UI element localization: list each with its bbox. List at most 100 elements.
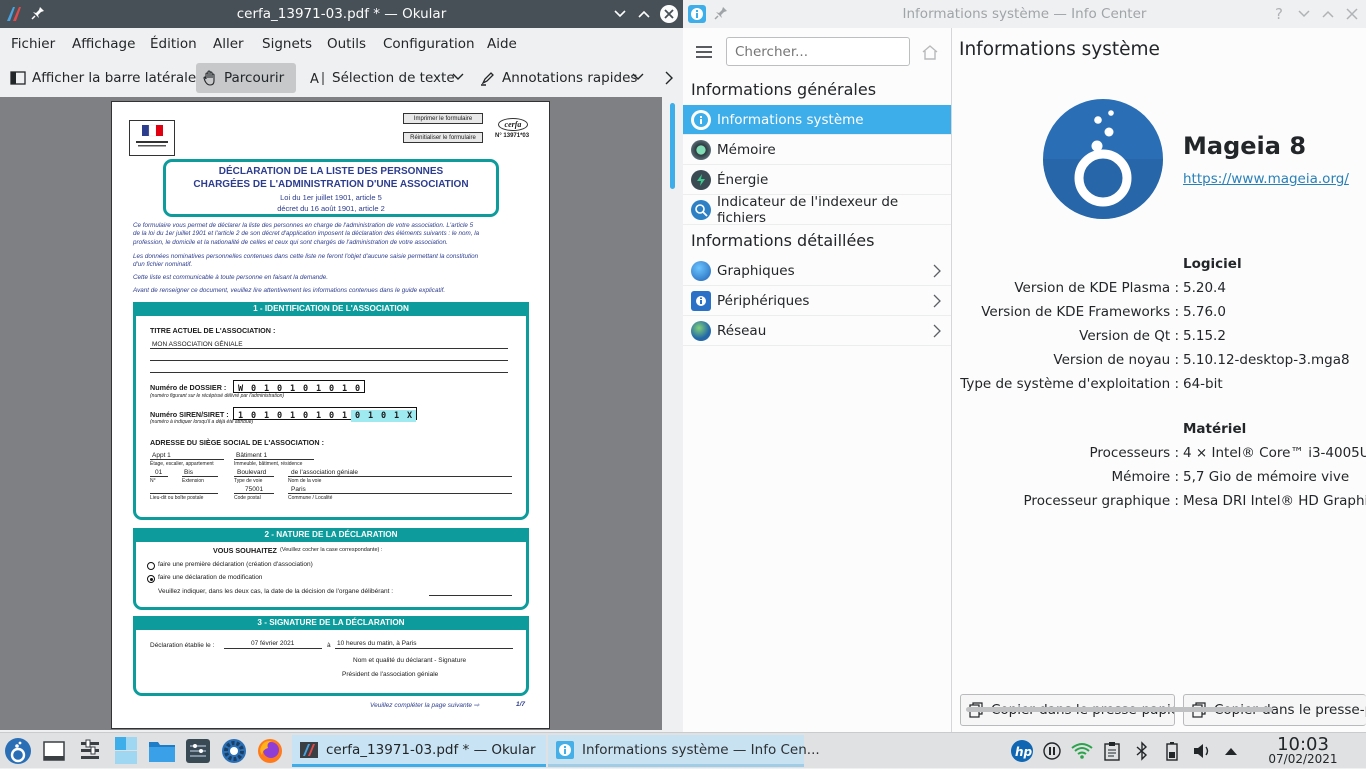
menu-edition[interactable]: Édition xyxy=(150,36,197,52)
group-detail-heading: Informations détaillées xyxy=(691,231,875,250)
a-label: à xyxy=(327,642,331,649)
etablie-label: Déclaration établie le : xyxy=(150,642,215,649)
system-monitor-icon[interactable] xyxy=(182,733,214,769)
siren-digit: 1 xyxy=(364,410,377,422)
search-input[interactable] xyxy=(726,37,910,66)
annotations-dropdown-icon[interactable] xyxy=(632,72,644,82)
president-value[interactable]: Président de l'association géniale xyxy=(342,671,438,678)
apt-caption: Étage, escalier, appartement xyxy=(150,461,214,467)
print-form-button[interactable]: Imprimer le formulaire xyxy=(403,113,483,124)
sidebar-toggle-button[interactable]: Afficher la barre latérale xyxy=(4,63,202,93)
lieu-value[interactable]: 10 heures du matin, à Paris xyxy=(337,640,417,647)
menu-affichage[interactable]: Affichage xyxy=(72,36,135,52)
firefox-icon[interactable] xyxy=(254,733,286,769)
hardware-value: Mesa DRI Intel® HD Graphics xyxy=(1183,493,1366,509)
hamburger-menu-icon[interactable] xyxy=(695,45,713,59)
quick-annotations-button[interactable]: Annotations rapides xyxy=(474,63,643,93)
home-icon[interactable] xyxy=(921,44,939,60)
maximize-icon[interactable] xyxy=(1321,8,1335,20)
task-infocenter[interactable]: Informations système — Info Cen... xyxy=(548,735,820,767)
intro-text-1: Ce formulaire vous permet de déclarer la… xyxy=(133,222,474,229)
hardware-label: Mémoire : xyxy=(1111,469,1179,485)
radio-first-declaration[interactable] xyxy=(147,562,155,570)
doc-title-line2: CHARGÉES DE L'ADMINISTRATION D'UNE ASSOC… xyxy=(193,179,469,190)
text-selection-dropdown-icon[interactable] xyxy=(452,72,464,82)
siren-field[interactable]: 1010101010101X xyxy=(233,407,417,422)
souhaitez-note: (Veuillez cocher la case correspondante)… xyxy=(280,547,383,553)
okular-menubar: Fichier Affichage Édition Aller Signets … xyxy=(0,30,683,58)
apt-value[interactable]: Appt 1 xyxy=(152,452,171,459)
browse-tool-button[interactable]: Parcourir xyxy=(196,63,296,93)
infocenter-titlebar[interactable]: Informations système — Info Center ? xyxy=(683,0,1366,28)
ext-value[interactable]: Bis xyxy=(184,469,193,476)
menu-configuration[interactable]: Configuration xyxy=(383,36,475,52)
volume-icon[interactable] xyxy=(1190,733,1214,769)
reset-form-button[interactable]: Réinitialiser le formulaire xyxy=(403,132,483,143)
sidebar-item-file-indexer[interactable]: Indicateur de l'indexeur de fichiers xyxy=(683,194,951,226)
text-selection-button[interactable]: A Sélection de texte xyxy=(304,63,461,93)
toolbar-overflow-icon[interactable] xyxy=(664,70,674,86)
battery-icon[interactable] xyxy=(1160,733,1184,769)
sidebar-item-network[interactable]: Réseau xyxy=(683,316,951,346)
cp-value[interactable]: 75001 xyxy=(245,486,263,493)
task-okular[interactable]: cerfa_13971-03.pdf * — Okular xyxy=(292,735,546,767)
num-value[interactable]: 01 xyxy=(155,469,162,476)
sidebar-item-memory[interactable]: Mémoire xyxy=(683,135,951,165)
browse-tool-label: Parcourir xyxy=(224,70,285,86)
clock-date[interactable]: 07/02/2021 xyxy=(1249,752,1357,766)
app-launcher-icon[interactable] xyxy=(2,733,34,769)
hp-icon[interactable]: hp xyxy=(1008,733,1036,769)
voie-type-value[interactable]: Boulevard xyxy=(237,469,266,476)
text-select-icon: A xyxy=(310,70,326,86)
doc-law-line1: Loi du 1er juillet 1901, article 5 xyxy=(280,193,382,202)
date-value[interactable]: 07 février 2021 xyxy=(251,640,294,647)
minimize-icon[interactable] xyxy=(1297,8,1311,20)
bat-value[interactable]: Bâtiment 1 xyxy=(236,452,267,459)
close-icon[interactable] xyxy=(660,5,678,23)
opt2-label: faire une déclaration de modification xyxy=(158,574,263,581)
minimize-icon[interactable] xyxy=(613,8,627,20)
svg-text:A: A xyxy=(310,72,319,86)
software-label: Version de KDE Frameworks : xyxy=(981,304,1179,320)
media-pause-icon[interactable] xyxy=(1040,733,1064,769)
maximize-icon[interactable] xyxy=(637,8,651,20)
menu-outils[interactable]: Outils xyxy=(327,36,366,52)
close-icon[interactable] xyxy=(1345,7,1359,21)
menu-signets[interactable]: Signets xyxy=(262,36,312,52)
section-2-heading: 2 - NATURE DE LA DÉCLARATION xyxy=(133,528,529,542)
tray-expand-icon[interactable] xyxy=(1220,733,1242,769)
titre-value[interactable]: MON ASSOCIATION GÉNIALE xyxy=(152,341,243,348)
menu-aller[interactable]: Aller xyxy=(213,36,244,52)
show-desktop-icon[interactable] xyxy=(38,733,70,769)
dossier-field[interactable]: W010101010 xyxy=(233,380,365,394)
file-manager-icon[interactable] xyxy=(146,733,178,769)
viewer-scroll-thumb[interactable] xyxy=(670,103,675,189)
wifi-icon[interactable] xyxy=(1070,733,1094,769)
radio-modification[interactable] xyxy=(147,575,155,583)
drakconf-icon[interactable] xyxy=(218,733,250,769)
horizontal-scrollbar[interactable] xyxy=(966,707,1273,712)
sidebar-item-graphics[interactable]: Graphiques xyxy=(683,256,951,286)
siren-label: Numéro SIREN/SIRET : xyxy=(150,410,229,419)
sidebar-item-devices[interactable]: Périphériques xyxy=(683,286,951,316)
help-icon[interactable]: ? xyxy=(1275,5,1283,23)
software-value: 5.20.4 xyxy=(1183,280,1226,296)
distro-url-link[interactable]: https://www.mageia.org/ xyxy=(1183,171,1349,187)
document-viewer[interactable]: Imprimer le formulaire Réinitialiser le … xyxy=(0,97,662,730)
cerfa-logo: cerfa xyxy=(498,118,528,131)
ville-value[interactable]: Paris xyxy=(291,486,306,493)
okular-toolbar: Afficher la barre latérale Parcourir A S… xyxy=(0,62,683,94)
voie-nom-value[interactable]: de l'association géniale xyxy=(291,469,358,476)
clipboard-icon[interactable] xyxy=(1100,733,1124,769)
menu-fichier[interactable]: Fichier xyxy=(11,36,55,52)
viewer-scrollbar[interactable] xyxy=(662,97,683,730)
bluetooth-icon[interactable] xyxy=(1130,733,1154,769)
software-heading: Logiciel xyxy=(1183,256,1242,272)
pager-icon[interactable] xyxy=(110,733,142,769)
sidebar-item-energy[interactable]: Énergie xyxy=(683,165,951,195)
system-settings-icon[interactable] xyxy=(74,733,106,769)
okular-titlebar[interactable]: cerfa_13971-03.pdf * — Okular xyxy=(0,0,683,28)
sidebar-item-system-info[interactable]: Informations système xyxy=(683,105,951,135)
text-selection-label: Sélection de texte xyxy=(332,70,455,86)
menu-aide[interactable]: Aide xyxy=(487,36,517,52)
